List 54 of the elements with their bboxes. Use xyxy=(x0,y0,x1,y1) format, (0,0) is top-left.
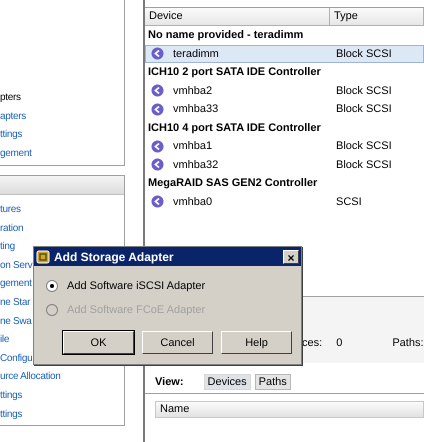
paths-label: Paths: xyxy=(392,337,424,351)
nav-link[interactable]: pters xyxy=(0,89,124,108)
device-name: teradimm xyxy=(173,48,219,60)
group-heading: ICH10 2 port SATA IDE Controller xyxy=(147,65,322,80)
nav-link[interactable]: ttings xyxy=(0,126,124,145)
group-heading: ICH10 4 port SATA IDE Controller xyxy=(147,120,322,136)
device-type: Block SCSI xyxy=(336,140,393,152)
device-type: Block SCSI xyxy=(336,103,393,116)
nav-link[interactable]: ttings xyxy=(0,386,124,406)
devices-label: ces: xyxy=(302,337,322,351)
device-name: vmhba1 xyxy=(173,140,212,152)
adapter-icon xyxy=(151,140,164,153)
nav-link[interactable]: urce Allocation xyxy=(0,368,124,387)
device-row[interactable]: vmhba1 Block SCSI xyxy=(145,137,424,156)
device-row[interactable]: vmhba0 SCSI xyxy=(145,192,424,211)
nav-link[interactable]: ration xyxy=(0,220,124,238)
device-name: vmhba2 xyxy=(173,84,212,97)
device-name: vmhba32 xyxy=(173,158,218,171)
logo-icon xyxy=(36,250,50,264)
device-type: Block SCSI xyxy=(336,158,393,171)
device-row[interactable]: vmhba32 Block SCSI xyxy=(145,156,424,174)
device-name: vmhba33 xyxy=(173,103,218,116)
device-type: SCSI xyxy=(336,196,363,208)
device-row[interactable]: vmhba33 Block SCSI xyxy=(145,100,424,118)
device-name: vmhba0 xyxy=(173,196,212,208)
adapter-icon xyxy=(151,195,164,208)
group-heading: No name provided - teradimm xyxy=(147,28,304,43)
devices-count: 0 xyxy=(336,337,342,351)
dialog-button[interactable]: Help xyxy=(221,331,292,354)
device-type: Block SCSI xyxy=(336,84,393,97)
column-header[interactable]: Type xyxy=(330,8,424,26)
view-label: View: xyxy=(155,376,184,388)
group-heading: MegaRAID SAS GEN2 Controller xyxy=(147,176,318,191)
adapter-icon xyxy=(151,47,164,60)
adapter-icon xyxy=(151,102,164,116)
nav-link[interactable]: gement xyxy=(0,144,124,164)
radio-button[interactable] xyxy=(46,280,58,292)
view-tab[interactable]: Devices xyxy=(204,374,251,390)
view-tab[interactable]: Paths xyxy=(254,374,291,390)
device-row[interactable]: teradimm Block SCSI xyxy=(145,44,424,63)
nav-link[interactable]: apters xyxy=(0,108,124,126)
adapter-icon xyxy=(151,158,164,172)
device-row[interactable]: vmhba2 Block SCSI xyxy=(145,82,424,100)
column-header[interactable]: Device xyxy=(145,8,330,26)
dialog-title: Add Storage Adapter xyxy=(54,250,174,264)
dialog-button[interactable]: OK xyxy=(63,331,134,354)
dialog-button[interactable]: Cancel xyxy=(142,331,213,354)
nav-link[interactable]: ttings xyxy=(0,406,124,424)
column-header[interactable]: Name xyxy=(155,401,424,418)
close-button[interactable]: × xyxy=(283,250,299,264)
nav-link[interactable]: tures xyxy=(0,201,124,220)
adapter-icon xyxy=(151,84,164,98)
radio-option[interactable]: Add Software iSCSI Adapter xyxy=(34,274,301,298)
device-type: Block SCSI xyxy=(336,48,393,60)
